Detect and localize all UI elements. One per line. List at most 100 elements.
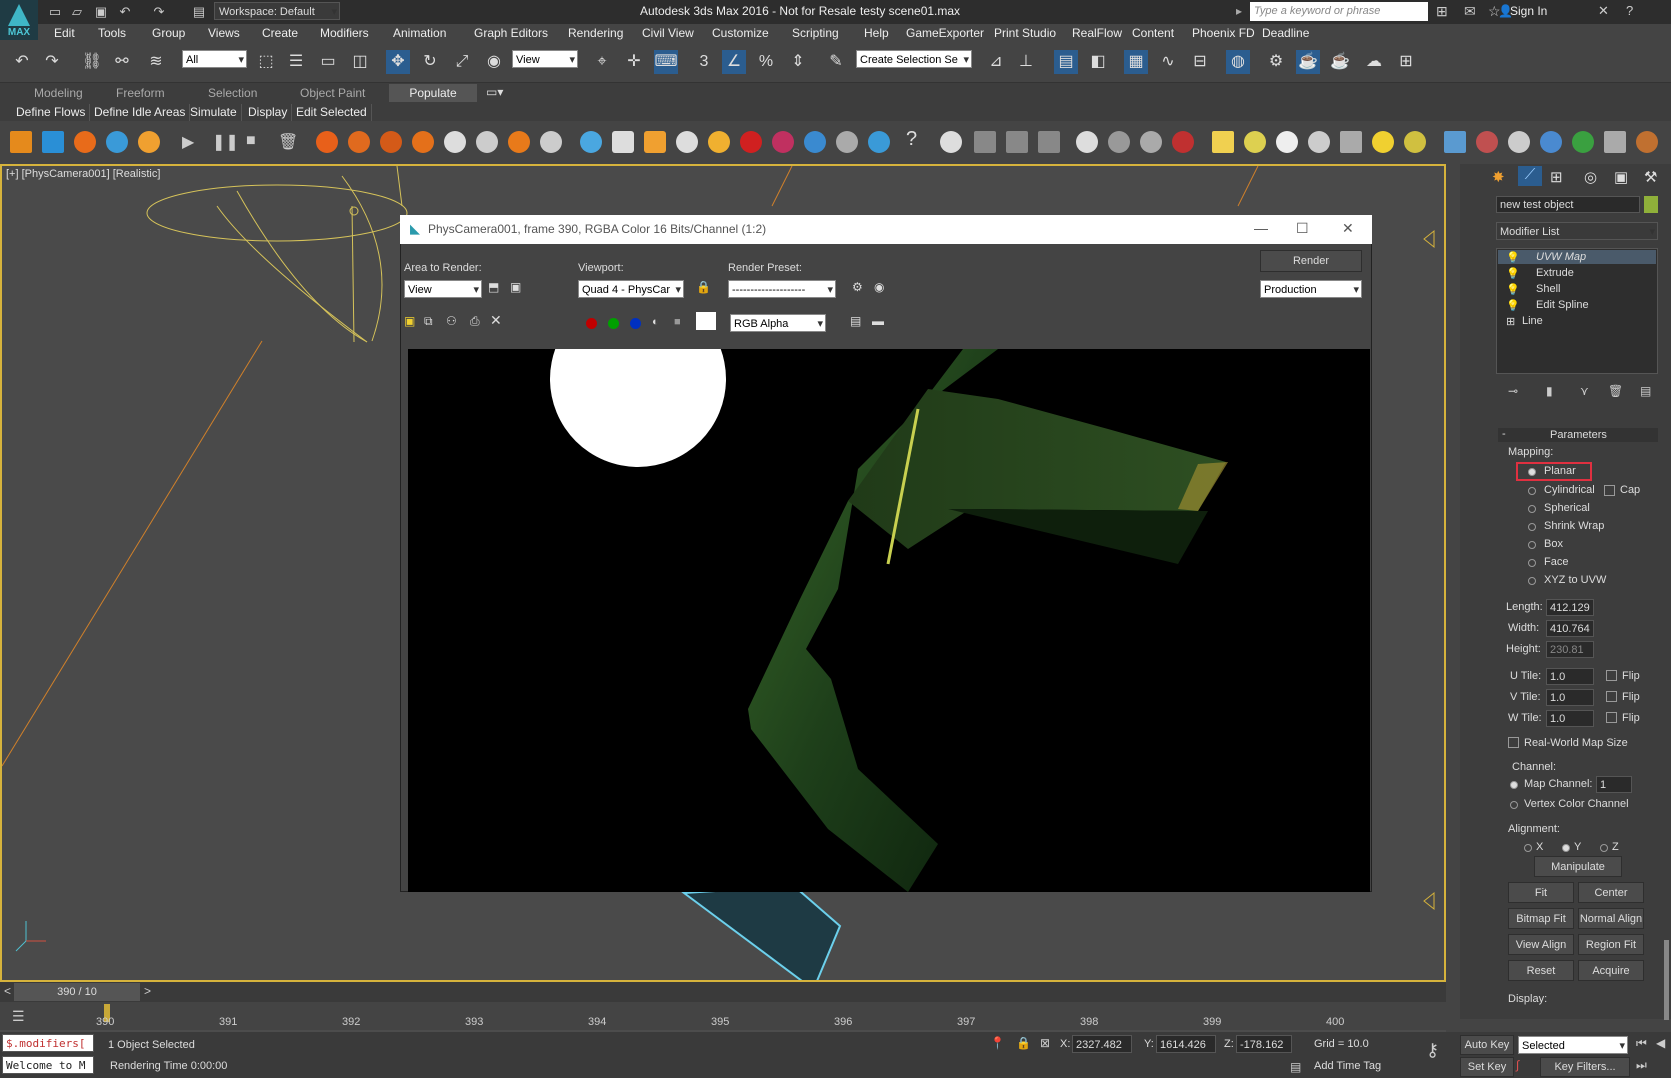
app-logo[interactable]: MAX xyxy=(0,0,38,40)
named-selection-select[interactable]: Create Selection Se xyxy=(856,50,972,69)
fur-icon[interactable] xyxy=(1140,131,1162,153)
mapping-option-shrink-wrap[interactable]: Shrink Wrap xyxy=(1544,520,1604,532)
light-bulb-icon[interactable]: 💡 xyxy=(1506,267,1520,280)
area-to-render-select[interactable]: View xyxy=(404,280,482,299)
show-end-result-icon[interactable]: ▮ xyxy=(1546,384,1553,398)
w-tile-spinner[interactable]: 1.0 xyxy=(1546,710,1594,727)
go-to-start-icon[interactable]: ⏮ xyxy=(1636,1036,1647,1051)
honey-preset-icon[interactable] xyxy=(708,131,730,153)
play-icon[interactable]: ▶ xyxy=(182,132,194,152)
angle-snap-icon[interactable]: ∠ xyxy=(722,50,746,74)
edit-named-selection-icon[interactable]: ✎ xyxy=(824,50,848,74)
go-to-end-icon[interactable]: ⏭ xyxy=(1636,1058,1647,1073)
edit-selected-button[interactable]: Edit Selected xyxy=(292,104,372,121)
explosion-preset-icon[interactable] xyxy=(348,131,370,153)
transform-mode-icon[interactable]: ⊠ xyxy=(1040,1036,1050,1050)
key-icon[interactable]: ⚷ xyxy=(1426,1040,1439,1061)
menu-scripting[interactable]: Scripting xyxy=(792,26,839,40)
monochrome-icon[interactable]: ■ xyxy=(674,316,681,328)
menu-deadline[interactable]: Deadline xyxy=(1262,26,1309,40)
link-icon[interactable]: ⛓ xyxy=(80,50,104,74)
render-iterative-icon[interactable]: ⊞ xyxy=(1394,50,1418,74)
tab-object-paint[interactable]: Object Paint xyxy=(300,86,365,100)
acquire-button[interactable]: Acquire xyxy=(1578,960,1644,981)
menu-customize[interactable]: Customize xyxy=(712,26,769,40)
mapping-option-face[interactable]: Face xyxy=(1544,556,1568,568)
fire-preset-icon[interactable] xyxy=(316,131,338,153)
render-production-icon[interactable]: ☕ xyxy=(1328,50,1352,74)
radio-xyz-to-uvw[interactable] xyxy=(1528,577,1536,585)
z-coordinate-field[interactable]: -178.162 xyxy=(1236,1035,1292,1053)
isolate-icon[interactable]: 📍 xyxy=(990,1036,1005,1050)
select-by-name-icon[interactable]: ☰ xyxy=(284,50,308,74)
sphere-light-icon[interactable] xyxy=(1276,131,1298,153)
lock-icon[interactable]: 🔒 xyxy=(696,280,711,294)
fireball-preset-icon[interactable] xyxy=(380,131,402,153)
sun-icon[interactable] xyxy=(1372,131,1394,153)
normal-align-button[interactable]: Normal Align xyxy=(1578,908,1644,929)
close-icon[interactable]: ✕ xyxy=(1342,220,1354,237)
redo-icon[interactable]: ↷ xyxy=(150,3,168,21)
material-editor-icon[interactable]: ◍ xyxy=(1226,50,1250,74)
fit-button[interactable]: Fit xyxy=(1508,882,1574,903)
radio-planar[interactable] xyxy=(1528,468,1536,476)
curve-editor-icon[interactable]: ∿ xyxy=(1156,50,1180,74)
make-unique-icon[interactable]: ⋎ xyxy=(1580,384,1589,398)
center-button[interactable]: Center xyxy=(1578,882,1644,903)
grid-container-icon[interactable] xyxy=(42,131,64,153)
menu-group[interactable]: Group xyxy=(152,26,185,40)
hf-icon[interactable] xyxy=(1604,131,1626,153)
selection-lock-icon[interactable]: 🔒 xyxy=(1016,1036,1031,1050)
bitmap-fit-button[interactable]: Bitmap Fit xyxy=(1508,908,1574,929)
help-question-icon[interactable]: ? xyxy=(906,128,917,151)
cloud-preset-icon[interactable] xyxy=(540,131,562,153)
stop-icon[interactable]: ■ xyxy=(246,132,256,150)
save-image-icon[interactable]: ▣ xyxy=(404,314,415,328)
particle-source-icon[interactable] xyxy=(138,131,160,153)
menu-modifiers[interactable]: Modifiers xyxy=(320,26,369,40)
undo-icon[interactable]: ↶ xyxy=(10,50,34,74)
ies-light-icon[interactable] xyxy=(1340,131,1362,153)
light-bulb-icon[interactable]: 💡 xyxy=(1506,283,1520,296)
align-icon[interactable]: ⊥ xyxy=(1014,50,1038,74)
reset-button[interactable]: Reset xyxy=(1508,960,1574,981)
default-in-out-tangent-icon[interactable]: ∫ xyxy=(1516,1058,1519,1072)
region-fit-button[interactable]: Region Fit xyxy=(1578,934,1644,955)
workspace-select[interactable]: Workspace: Default xyxy=(214,2,340,21)
water-preset-icon[interactable] xyxy=(580,131,602,153)
proxy-icon[interactable] xyxy=(1108,131,1130,153)
blood-preset-icon[interactable] xyxy=(740,131,762,153)
modify-tab-icon[interactable]: ⟋ xyxy=(1518,166,1542,186)
manipulate-button[interactable]: Manipulate xyxy=(1534,856,1622,877)
plane-light-icon[interactable] xyxy=(1212,131,1234,153)
daemon-icon[interactable] xyxy=(1508,131,1530,153)
move-icon[interactable]: ✥ xyxy=(386,50,410,74)
key-mode-select[interactable]: Selected xyxy=(1518,1036,1628,1055)
alpha-channel-icon[interactable]: ◐ xyxy=(652,316,659,328)
milk-preset-icon[interactable] xyxy=(612,131,634,153)
menu-edit[interactable]: Edit xyxy=(54,26,75,40)
edit-region-icon[interactable]: ⬒ xyxy=(488,280,499,294)
menu-gameexporter[interactable]: GameExporter xyxy=(906,26,984,40)
modifier-list-select[interactable]: Modifier List xyxy=(1496,222,1658,241)
mapping-option-planar[interactable]: Planar xyxy=(1544,465,1576,477)
search-input[interactable]: Type a keyword or phrase xyxy=(1250,2,1428,21)
key-filters-button[interactable]: Key Filters... xyxy=(1540,1057,1630,1077)
tab-populate[interactable]: Populate xyxy=(389,84,477,102)
copy-image-icon[interactable]: ⧉ xyxy=(424,314,433,329)
rollout-collapse-icon[interactable]: - xyxy=(1502,428,1506,440)
smoke-preset-icon[interactable] xyxy=(444,131,466,153)
render-online-icon[interactable]: ☁ xyxy=(1362,50,1386,74)
menu-tools[interactable]: Tools xyxy=(98,26,126,40)
menu-realflow[interactable]: RealFlow xyxy=(1072,26,1122,40)
radio-spherical[interactable] xyxy=(1528,505,1536,513)
toggle-ui-icon[interactable]: ▬ xyxy=(872,314,884,328)
fire-source-icon[interactable] xyxy=(74,131,96,153)
sign-in-link[interactable]: Sign In xyxy=(1510,4,1547,18)
tab-selection[interactable]: Selection xyxy=(208,86,257,100)
menu-animation[interactable]: Animation xyxy=(393,26,446,40)
render-preset-select[interactable]: -------------------- xyxy=(728,280,836,299)
delete-cache-icon[interactable]: 🗑 xyxy=(278,132,298,152)
ambient-light-icon[interactable] xyxy=(1404,131,1426,153)
exchange-icon[interactable]: ✕ xyxy=(1598,3,1609,19)
